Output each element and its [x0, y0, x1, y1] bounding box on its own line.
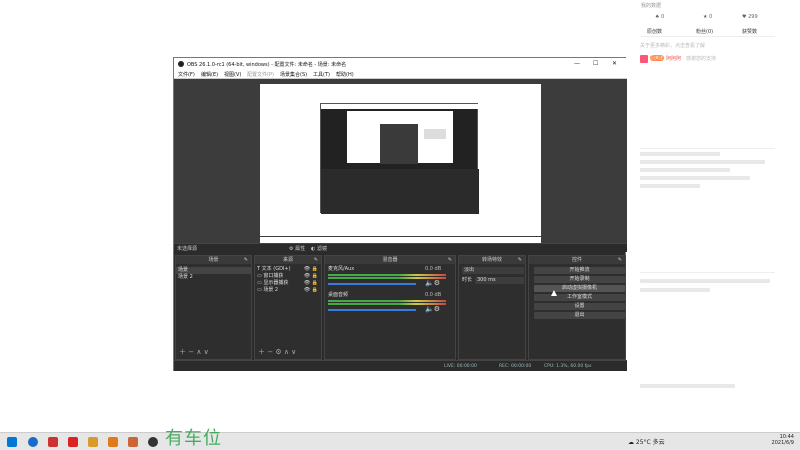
stat-1: ♠ 0: [655, 14, 665, 20]
scenes-dock: 场景 ✎ 场景 场景 2 ＋ − ∧ ∨: [175, 255, 252, 360]
divider: [640, 36, 775, 37]
obs-logo-icon: [178, 61, 184, 67]
speaker-icon[interactable]: 🔈⚙: [425, 306, 440, 313]
divider: [640, 272, 775, 273]
blog-sidebar: 我的数据: [633, 0, 800, 432]
start-recording-button[interactable]: 开始录制: [534, 276, 625, 283]
mixer-dock: 混音器 ✎ 麦克风/Aux 0.0 dB 🔈⚙ 桌面音频 0.0 dB 🔈⚙: [324, 255, 456, 360]
mouse-cursor: [551, 290, 557, 296]
preview-area[interactable]: [174, 79, 627, 243]
start-icon[interactable]: [7, 437, 17, 447]
speaker-icon[interactable]: 🔈⚙: [425, 280, 440, 287]
watermark: 有车位: [165, 428, 222, 449]
blog-header: 我的数据: [641, 3, 662, 9]
preview-canvas[interactable]: [260, 84, 541, 236]
user-text: 感谢您的支持: [686, 56, 717, 62]
sources-header: 来源 ✎: [255, 256, 321, 264]
menu-edit[interactable]: 编辑(E): [201, 71, 218, 78]
source-item[interactable]: ▭ 场景 2 👁 🔒: [257, 287, 320, 294]
volume-slider[interactable]: [328, 309, 416, 311]
taskbar: [0, 432, 800, 450]
menu-view[interactable]: 视图(V): [224, 71, 241, 78]
scene-item[interactable]: 场景: [176, 267, 251, 274]
duration-label: 时长: [462, 277, 473, 283]
mixer-channel-db: 0.0 dB: [425, 292, 442, 298]
stat-3: ♥ 299: [742, 14, 758, 20]
menu-profile[interactable]: 配置文件(P): [247, 71, 274, 78]
stat-label-3[interactable]: 获赞数: [742, 28, 757, 35]
menu-bar: 文件(F) 编辑(E) 视图(V) 配置文件(P) 场景集合(S) 工具(T) …: [174, 70, 627, 79]
stat-label-1[interactable]: 原创数: [647, 28, 662, 35]
source-item[interactable]: ▭ 窗口捕获 👁 🔒: [257, 273, 320, 280]
source-status: 未选择源: [177, 246, 198, 252]
rec-time: REC: 00:00:00: [499, 364, 532, 369]
volume-slider[interactable]: [328, 283, 416, 285]
menu-help[interactable]: 帮助(H): [336, 71, 354, 78]
live-time: LIVE: 00:00:00: [444, 364, 477, 369]
sources-dock: 来源 ✎ T 文本 (GDI+) 👁 🔒 ▭ 窗口捕获 👁 🔒 ▭ 显示器捕获 👁 🔒 …: [254, 255, 322, 360]
obs-taskbar-icon[interactable]: [148, 437, 158, 447]
duration-input[interactable]: 300 ms: [475, 277, 524, 284]
start-streaming-button[interactable]: 开始推流: [534, 267, 625, 274]
folder-icon[interactable]: [88, 437, 98, 447]
app-icon[interactable]: [128, 437, 138, 447]
transitions-header: 转场特效 ✎: [459, 256, 525, 264]
transition-select[interactable]: 淡出: [462, 267, 524, 274]
source-item[interactable]: ▭ 显示器捕获 👁 🔒: [257, 280, 320, 287]
transitions-dock: 转场特效 ✎ 淡出 时长 300 ms: [458, 255, 526, 360]
maximize-button[interactable]: ☐: [593, 60, 598, 67]
exit-button[interactable]: 退出: [534, 312, 625, 319]
controls-header: 控件 ✎: [529, 256, 625, 264]
app-icon[interactable]: [48, 437, 58, 447]
close-button[interactable]: ✕: [612, 60, 617, 67]
app-icon[interactable]: [68, 437, 78, 447]
menu-tools[interactable]: 工具(T): [313, 71, 330, 78]
avatar[interactable]: [640, 55, 648, 63]
mixer-channel-name: 桌面音频: [328, 292, 349, 298]
source-toolbar[interactable]: ＋ − ⚙ ∧ ∨: [258, 347, 296, 357]
window-title: OBS 26.1.0-rc1 (64-bit, windows) - 配置文件:…: [187, 62, 347, 68]
blog-line[interactable]: 关于更多精彩，点击查看了解: [640, 42, 705, 49]
controls-dock: 控件 ✎ 开始推流 开始录制 启动虚拟摄像机 工作室模式 设置 退出: [528, 255, 626, 360]
filters-button[interactable]: ◐ 滤镜: [311, 245, 327, 252]
studio-mode-button[interactable]: 工作室模式: [534, 294, 625, 301]
source-toolbar: 未选择源 ⚙ 属性 ◐ 滤镜: [174, 243, 627, 252]
divider: [640, 148, 775, 149]
menu-file[interactable]: 文件(F): [178, 71, 195, 78]
nested-preview: [320, 103, 479, 214]
obs-window: OBS 26.1.0-rc1 (64-bit, windows) - 配置文件:…: [173, 57, 627, 371]
clock[interactable]: 10:44 2021/6/9: [772, 434, 794, 446]
scenes-header: 场景 ✎: [176, 256, 251, 264]
app-icon[interactable]: [108, 437, 118, 447]
weather[interactable]: ☁ 25°C 多云: [628, 437, 665, 446]
menu-scene-collection[interactable]: 场景集合(S): [280, 71, 307, 78]
status-bar: LIVE: 00:00:00 REC: 00:00:00 CPU: 1.3%, …: [174, 360, 627, 371]
stat-label-2[interactable]: 粉丝(0): [696, 28, 713, 35]
mixer-channel-name: 麦克风/Aux: [328, 266, 355, 272]
scene-toolbar[interactable]: ＋ − ∧ ∨: [179, 347, 209, 357]
stat-2: ★ 0: [703, 14, 713, 20]
source-item[interactable]: T 文本 (GDI+) 👁 🔒: [257, 266, 320, 273]
browser-icon[interactable]: [28, 437, 38, 447]
start-virtual-camera-button[interactable]: 启动虚拟摄像机: [534, 285, 625, 292]
mixer-channel-db: 0.0 dB: [425, 266, 442, 272]
user-name[interactable]: 阿阿阿: [666, 55, 681, 62]
minimize-button[interactable]: —: [574, 60, 580, 67]
properties-button[interactable]: ⚙ 属性: [289, 245, 305, 252]
follow-badge[interactable]: 已关注: [650, 55, 664, 61]
title-bar: OBS 26.1.0-rc1 (64-bit, windows) - 配置文件:…: [174, 58, 627, 70]
cpu-status: CPU: 1.3%, 60.00 fps: [544, 364, 592, 369]
settings-button[interactable]: 设置: [534, 303, 625, 310]
mixer-header: 混音器 ✎: [325, 256, 455, 264]
scene-item[interactable]: 场景 2: [176, 274, 251, 281]
